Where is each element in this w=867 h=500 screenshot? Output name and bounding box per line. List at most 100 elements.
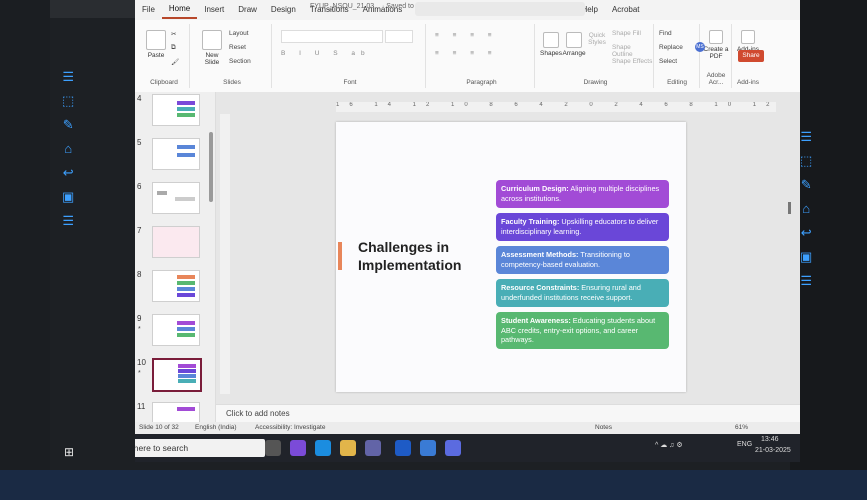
task-view-icon[interactable]	[265, 440, 281, 456]
slide-counter: Slide 10 of 32	[139, 424, 179, 431]
format-painter-icon[interactable]: 🖌	[171, 58, 179, 66]
challenge-card[interactable]: Curriculum Design: Aligning multiple dis…	[496, 180, 669, 208]
shapes-icon	[543, 32, 559, 48]
zoom-level[interactable]: 61%	[735, 422, 748, 434]
undo-icon[interactable]: ↩	[801, 226, 812, 239]
tab-file[interactable]: File	[135, 0, 162, 20]
align-buttons[interactable]: ≡ ≡ ≡ ≡	[435, 50, 498, 57]
font-size-select[interactable]	[385, 30, 413, 43]
thumbnail-10[interactable]: 10 *	[135, 356, 215, 396]
select-button[interactable]: Select	[659, 58, 677, 65]
paste-button[interactable]: Paste	[145, 30, 167, 59]
tab-insert[interactable]: Insert	[197, 0, 231, 20]
thumb-bar	[177, 293, 195, 297]
home-icon[interactable]: ⌂	[64, 142, 72, 155]
challenge-card[interactable]: Student Awareness: Educating students ab…	[496, 312, 669, 349]
pointer-icon[interactable]: ⬚	[800, 154, 812, 167]
thumbnail-9[interactable]: 9 *	[135, 312, 215, 352]
pen-icon[interactable]: ✎	[63, 118, 74, 131]
card-heading: Faculty Training:	[501, 217, 560, 226]
shape-outline-button[interactable]: Shape Outline	[612, 44, 653, 58]
tab-draw[interactable]: Draw	[231, 0, 264, 20]
reset-button[interactable]: Reset	[229, 44, 246, 51]
shape-fill-button[interactable]: Shape Fill	[612, 30, 641, 37]
accessibility-status[interactable]: Accessibility: Investigate	[255, 422, 325, 434]
current-slide[interactable]: Challenges in Implementation Curriculum …	[336, 122, 686, 392]
camera-icon[interactable]	[420, 440, 436, 456]
shapes-button[interactable]: Shapes	[540, 32, 562, 57]
teams-icon[interactable]	[365, 440, 381, 456]
menu-icon[interactable]: ☰	[62, 70, 74, 83]
tab-home[interactable]: Home	[161, 1, 198, 19]
thumbnail-11[interactable]: 11	[135, 400, 215, 422]
undo-icon[interactable]: ↩	[63, 166, 74, 179]
clock-date[interactable]: 21-03-2025	[755, 447, 791, 454]
thumbnail-6[interactable]: 6	[135, 180, 215, 220]
pdf-icon	[709, 30, 723, 44]
find-button[interactable]: Find	[659, 30, 672, 37]
thumb-bar	[177, 321, 195, 325]
addins-icon	[741, 30, 755, 44]
challenge-card[interactable]: Assessment Methods: Transitioning to com…	[496, 246, 669, 274]
create-pdf-button[interactable]: Create a PDF	[703, 30, 729, 60]
paragraph-label: Paragraph	[466, 79, 497, 86]
copy-icon[interactable]: ⧉	[171, 44, 176, 52]
font-name-select[interactable]	[281, 30, 383, 43]
slide-title[interactable]: Challenges in Implementation	[358, 238, 461, 274]
title-search-box[interactable]	[415, 2, 585, 16]
notes-pane[interactable]: Click to add notes	[216, 404, 800, 422]
file-explorer-icon[interactable]	[340, 440, 356, 456]
system-tray[interactable]: ^ ☁ ♫ ⚙	[655, 441, 683, 449]
windows-taskbar: Type here to search ^ ☁ ♫ ⚙ ENG 13:46 21…	[135, 434, 800, 462]
thumb-bar	[178, 374, 196, 378]
font-format-buttons[interactable]: B I U S ab	[281, 50, 371, 57]
screenshot-icon[interactable]: ▣	[62, 190, 74, 203]
screenshot-icon[interactable]: ▣	[800, 250, 812, 263]
notes-button[interactable]: Notes	[595, 422, 612, 434]
section-button[interactable]: Section	[229, 58, 251, 65]
thumbnail-7[interactable]: 7	[135, 224, 215, 264]
font-group: B I U S ab Font	[275, 24, 426, 88]
shape-effects-button[interactable]: Shape Effects	[612, 58, 652, 65]
tab-acrobat[interactable]: Acrobat	[605, 0, 647, 20]
monitor-left-side	[0, 0, 50, 470]
editor-scrollbar[interactable]	[788, 202, 791, 214]
cut-icon[interactable]: ✂	[171, 30, 176, 38]
paragraph-group: ≡ ≡ ≡ ≡ ≡ ≡ ≡ ≡ Paragraph	[429, 24, 535, 88]
copilot-icon[interactable]	[290, 440, 306, 456]
edge-icon[interactable]	[315, 440, 331, 456]
app-icon[interactable]	[445, 440, 461, 456]
thumbnail-image	[152, 182, 200, 214]
thumbnail-4[interactable]: 4	[135, 92, 215, 132]
quick-styles-button[interactable]: Quick Styles	[586, 32, 608, 46]
windows-start-icon[interactable]: ⊞	[64, 445, 74, 459]
new-slide-button[interactable]: New Slide	[199, 30, 225, 66]
home-icon[interactable]: ⌂	[802, 202, 810, 215]
language-indicator[interactable]: English (India)	[195, 422, 237, 434]
avatar[interactable]: MS	[695, 42, 705, 52]
menu-icon[interactable]: ☰	[62, 214, 74, 227]
taskbar-search[interactable]: Type here to search	[135, 439, 265, 457]
thumb-bar	[177, 333, 195, 337]
word-icon[interactable]	[395, 440, 411, 456]
thumbnail-image	[152, 94, 200, 126]
thumbnail-image	[152, 226, 200, 258]
thumbnail-5[interactable]: 5	[135, 136, 215, 176]
replace-button[interactable]: Replace	[659, 44, 683, 51]
adobe-group: Create a PDF Adobe Acr...	[701, 24, 732, 88]
arrange-button[interactable]: Arrange	[562, 32, 586, 57]
paragraph-buttons[interactable]: ≡ ≡ ≡ ≡	[435, 32, 498, 39]
menu-icon[interactable]: ☰	[800, 274, 812, 287]
tab-design[interactable]: Design	[264, 0, 303, 20]
layout-button[interactable]: Layout	[229, 30, 249, 37]
pointer-icon[interactable]: ⬚	[62, 94, 74, 107]
language-tray[interactable]: ENG	[737, 441, 752, 448]
thumb-bar	[178, 364, 196, 368]
menu-icon[interactable]: ☰	[800, 130, 812, 143]
challenge-card[interactable]: Faculty Training: Upskilling educators t…	[496, 213, 669, 241]
thumbnail-8[interactable]: 8	[135, 268, 215, 308]
share-button[interactable]: Share	[738, 50, 764, 62]
clock-time[interactable]: 13:46	[761, 436, 779, 443]
pen-icon[interactable]: ✎	[801, 178, 812, 191]
challenge-card[interactable]: Resource Constraints: Ensuring rural and…	[496, 279, 669, 307]
